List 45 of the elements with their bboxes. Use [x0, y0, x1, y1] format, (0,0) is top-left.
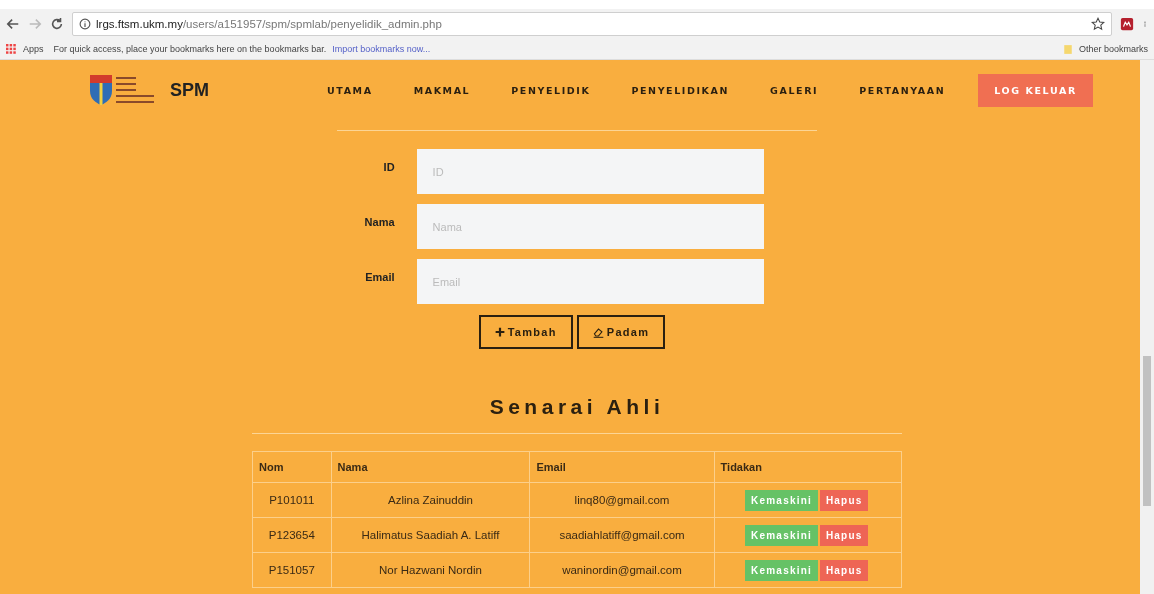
brand-title: SPM — [170, 79, 209, 101]
eraser-icon — [592, 326, 604, 338]
import-bookmarks-link[interactable]: Import bookmarks now... — [332, 44, 431, 54]
nav-link[interactable]: PERTANYAAN — [859, 84, 946, 96]
table-cell: P101011 — [252, 482, 332, 518]
field-label: ID — [382, 160, 396, 173]
add-button[interactable]: Tambah — [478, 315, 573, 349]
nav-link[interactable]: PENYELIDIK — [511, 84, 591, 96]
column-header: Nom — [252, 451, 332, 483]
field-label: Email — [364, 270, 396, 283]
scrollbar[interactable] — [1140, 60, 1154, 594]
table-cell: P123654 — [252, 517, 332, 553]
extension-icon[interactable] — [1120, 17, 1134, 31]
column-header: Tidakan — [714, 451, 902, 483]
table-cell: Halimatus Saadiah A. Latiff — [331, 517, 530, 553]
nav-link[interactable]: GALERI — [770, 84, 819, 96]
erase-button[interactable]: Padam — [576, 315, 666, 349]
other-bookmarks-link[interactable]: Other bookmarks — [1078, 44, 1148, 54]
column-header: Email — [529, 451, 715, 483]
table-cell: Nor Hazwani Nordin — [331, 552, 530, 588]
apps-link[interactable]: Apps — [23, 44, 44, 54]
table-cell: saadiahlatiff@gmail.com — [529, 517, 715, 553]
table-cell: linq80@gmail.com — [529, 482, 715, 518]
url-host: lrgs.ftsm.ukm.my — [96, 18, 183, 30]
input-field[interactable]: Email — [416, 259, 764, 304]
url-path: /users/a151957/spm/spmlab/penyelidik_admin.php — [182, 18, 442, 30]
field-label: Nama — [363, 215, 396, 228]
info-icon — [79, 18, 91, 30]
back-arrow-icon[interactable] — [6, 17, 20, 31]
table-cell: P151057 — [252, 552, 332, 588]
apps-grid-icon[interactable] — [6, 43, 17, 55]
table-cell: waninordin@gmail.com — [529, 552, 715, 588]
address-bar[interactable]: lrgs.ftsm.ukm.my/users/a151957/spm/spmlab/penyelidik_admin.php — [72, 12, 1112, 36]
table-cell: Azlina Zainuddin — [331, 482, 530, 518]
input-field[interactable]: ID — [416, 149, 764, 194]
section-title: Senarai Ahli — [489, 395, 665, 419]
nav-link[interactable]: UTAMA — [327, 84, 373, 96]
star-icon[interactable] — [1091, 17, 1105, 31]
plus-icon — [494, 327, 505, 337]
nav-link[interactable]: MAKMAL — [413, 84, 471, 96]
input-field[interactable]: Nama — [416, 204, 764, 249]
column-header: Nama — [331, 451, 530, 483]
reload-icon[interactable] — [50, 17, 64, 31]
nav-link[interactable]: PENYELIDIKAN — [631, 84, 730, 96]
bookmarks-hint: For quick access, place your bookmarks here on the bookmarks bar. — [53, 44, 327, 54]
